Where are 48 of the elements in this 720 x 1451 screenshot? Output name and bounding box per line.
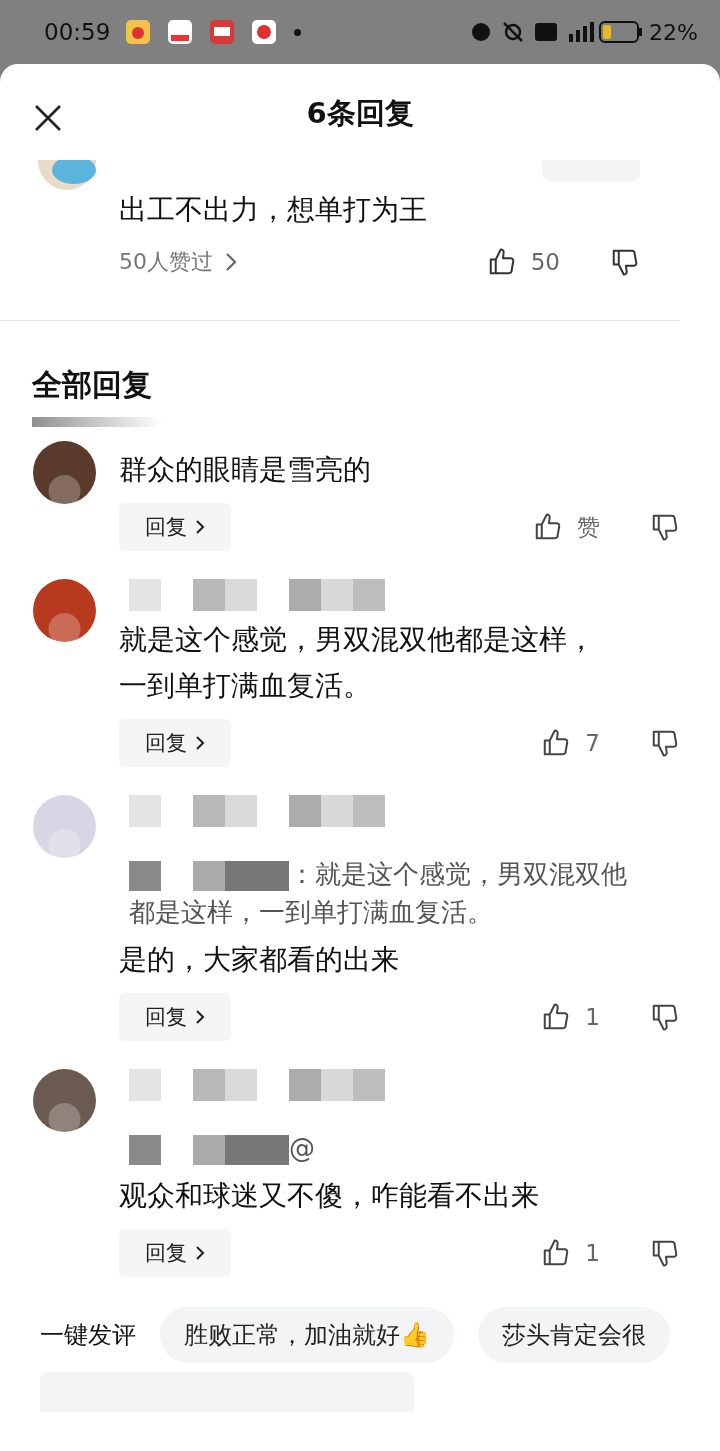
chevron-icon <box>225 252 237 272</box>
reply-button[interactable]: 回复 <box>119 993 231 1041</box>
likers-link[interactable]: 50人赞过 <box>119 247 237 277</box>
like-button[interactable]: 1 <box>541 1238 600 1268</box>
notification-dot <box>294 28 302 36</box>
avatar <box>33 1069 96 1132</box>
signal-icon <box>569 22 596 42</box>
reply-text: 群众的眼睛是雪亮的 <box>119 452 372 488</box>
chevron-icon <box>195 519 205 535</box>
battery-percent: 22% <box>649 19 698 45</box>
comment-text: 出工不出力，想单打为王 <box>119 192 428 228</box>
avatar <box>33 441 96 504</box>
close-icon[interactable] <box>34 104 62 132</box>
chevron-icon <box>195 735 205 751</box>
reply-button[interactable]: 回复 <box>119 503 231 551</box>
chevron-icon <box>195 1245 205 1261</box>
sheet-title: 6条回复 <box>306 95 414 132</box>
avatar <box>33 579 96 642</box>
app-icon <box>252 20 277 44</box>
battery-icon <box>599 21 644 43</box>
dislike-icon[interactable] <box>650 1002 680 1032</box>
like-button[interactable]: 赞 <box>533 511 600 543</box>
dislike-icon[interactable] <box>650 728 680 758</box>
status-time: 00:59 <box>44 19 111 45</box>
dislike-icon[interactable] <box>610 247 640 277</box>
reply-text: 就是这个感觉，男双混双他都是这样，一到单打满血复活。 <box>119 622 596 704</box>
reply-text: 是的，大家都看的出来 <box>119 942 400 978</box>
suggestion-chip[interactable]: 莎头肯定会很 <box>478 1307 670 1363</box>
app-icon <box>168 20 193 44</box>
mute-icon <box>503 22 524 42</box>
chevron-icon <box>195 1009 205 1025</box>
suggestion-chip[interactable]: 胜败正常，加油就好👍 <box>160 1307 454 1363</box>
avatar <box>33 795 96 858</box>
reply-button[interactable]: 回复 <box>119 1229 231 1277</box>
quoted-reply: ：就是这个感觉，男双混双他都是这样，一到单打满血复活。 <box>128 858 628 929</box>
dislike-icon[interactable] <box>650 512 680 542</box>
section-title: 全部回复 <box>32 367 152 402</box>
app-icon <box>210 20 235 44</box>
app-icon <box>126 20 151 44</box>
reply-button[interactable]: 回复 <box>119 719 231 767</box>
like-button[interactable]: 7 <box>541 728 600 758</box>
reply-text: 观众和球迷又不傻，咋能看不出来 <box>119 1178 540 1214</box>
like-button[interactable]: 1 <box>541 1002 600 1032</box>
quick-comment-label: 一键发评 <box>40 1320 136 1351</box>
like-button[interactable]: 50 <box>486 247 560 277</box>
thumbs-up-icon <box>533 512 563 542</box>
quoted-reply: @ <box>119 1129 649 1167</box>
dislike-icon[interactable] <box>650 1238 680 1268</box>
